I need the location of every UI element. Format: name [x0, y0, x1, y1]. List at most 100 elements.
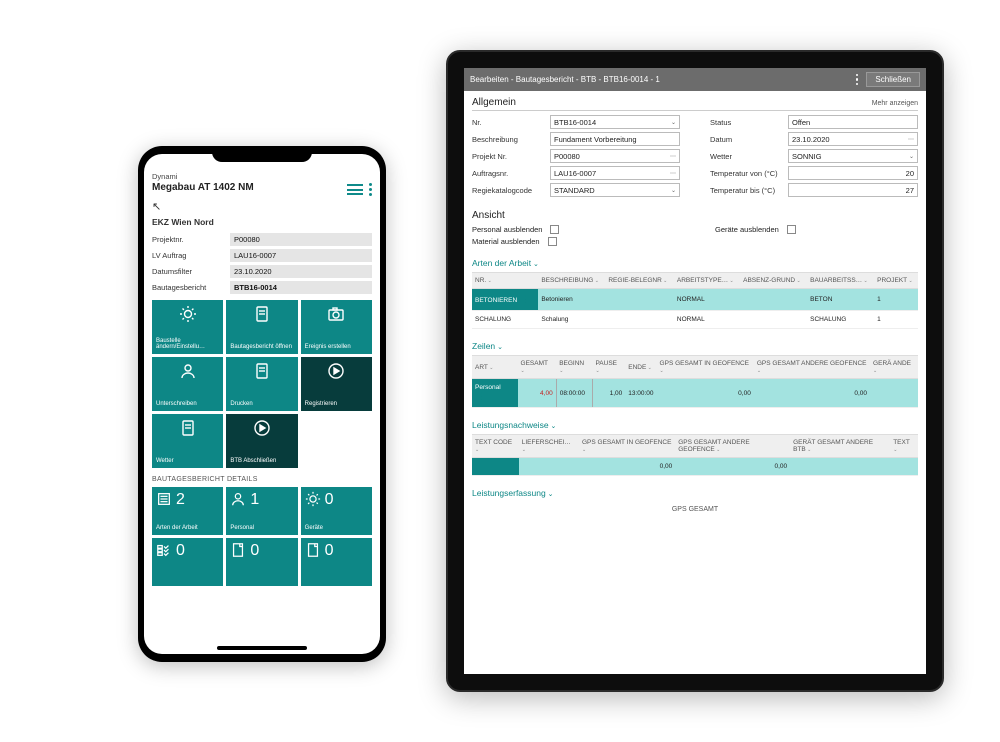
geraete-checkbox[interactable]: [787, 225, 796, 234]
projektnr-label: Projekt Nr.: [472, 152, 550, 161]
column-header[interactable]: ART: [472, 356, 518, 379]
table-row[interactable]: Personal ⋮ 4,00 08:00:00 1,00 13:00:00 0…: [472, 379, 918, 408]
tablet-screen: Bearbeiten - Bautagesbericht - BTB - BTB…: [464, 68, 926, 674]
column-header[interactable]: ARBEITSTYPE…: [674, 273, 740, 289]
auftragsnr-input[interactable]: LAU16-0007⋯: [550, 166, 680, 180]
detail-tile[interactable]: 0: [301, 538, 372, 586]
table-row[interactable]: BETONIEREN ⋮BetonierenNORMALBETON1: [472, 289, 918, 311]
tablet-more-icon[interactable]: [856, 74, 859, 86]
nr-input[interactable]: BTB16-0014⌄: [550, 115, 680, 129]
play-icon: [305, 361, 368, 381]
column-header[interactable]: GERÄT GESAMT ANDERE BTB: [790, 435, 890, 458]
column-header[interactable]: GERÄ ANDE: [870, 356, 918, 379]
tile-label: Personal: [230, 525, 293, 531]
column-header[interactable]: PAUSE: [592, 356, 625, 379]
lvauftrag-label: LV Auftrag: [152, 251, 230, 260]
btb-value[interactable]: BTB16-0014: [230, 281, 372, 294]
status-input[interactable]: Offen: [788, 115, 918, 129]
tablet-header: Bearbeiten - Bautagesbericht - BTB - BTB…: [464, 68, 926, 91]
table-row[interactable]: 0,00 0,00: [472, 458, 918, 476]
tile-ereignis-erstellen[interactable]: Ereignis erstellen: [301, 300, 372, 354]
section-arten[interactable]: Arten der Arbeit: [472, 258, 918, 268]
geraete-check-label: Geräte ausblenden: [715, 225, 779, 234]
auftragsnr-label: Auftragsnr.: [472, 169, 550, 178]
tempbis-label: Temperatur bis (°C): [710, 186, 788, 195]
column-header[interactable]: GPS GESAMT IN GEOFENCE: [657, 356, 754, 379]
gear-icon: [305, 491, 321, 509]
material-checkbox[interactable]: [548, 237, 557, 246]
column-header[interactable]: BEGINN: [556, 356, 592, 379]
nr-label: Nr.: [472, 118, 550, 127]
detail-tile[interactable]: 0: [152, 538, 223, 586]
detail-tile[interactable]: 1Personal: [226, 487, 297, 535]
detail-tile[interactable]: 2Arten der Arbeit: [152, 487, 223, 535]
tile-wetter[interactable]: Wetter: [152, 414, 223, 468]
list-icon: [156, 491, 172, 509]
personal-checkbox[interactable]: [550, 225, 559, 234]
column-header[interactable]: GPS GESAMT ANDERE GEOFENCE: [675, 435, 790, 458]
column-header[interactable]: TEXT CODE: [472, 435, 519, 458]
cursor-icon: ↖: [152, 200, 372, 213]
section-ansicht: Ansicht: [472, 210, 918, 221]
regiekatalog-label: Regiekatalogcode: [472, 186, 550, 195]
column-header[interactable]: REGIE-BELEGNR: [605, 273, 674, 289]
phone-screen: Dynami Megabau AT 1402 NM ↖ EKZ Wien Nor…: [144, 154, 380, 654]
tile-label: Baustelle ändern/Einstellu…: [156, 338, 219, 350]
tile-label: Unterschreiben: [156, 401, 219, 407]
beschreibung-input[interactable]: Fundament Vorbereitung: [550, 132, 680, 146]
datumsfilter-value[interactable]: 23.10.2020: [230, 265, 372, 278]
section-leistungserfassung[interactable]: Leistungserfassung: [472, 488, 918, 498]
projektnr-value[interactable]: P00080: [230, 233, 372, 246]
section-leistungsnachweise[interactable]: Leistungsnachweise: [472, 420, 918, 430]
doc-icon: [156, 418, 219, 438]
column-header[interactable]: GESAMT: [518, 356, 557, 379]
tile-btb-abschlie-en[interactable]: BTB Abschließen: [226, 414, 297, 468]
wetter-input[interactable]: SONNIG⌄: [788, 149, 918, 163]
tile-unterschreiben[interactable]: Unterschreiben: [152, 357, 223, 411]
column-header[interactable]: NR.: [472, 273, 538, 289]
tile-registrieren[interactable]: Registrieren: [301, 357, 372, 411]
row-menu-icon[interactable]: ⋮: [475, 391, 488, 401]
more-icon[interactable]: [369, 183, 372, 196]
show-more-link[interactable]: Mehr anzeigen: [872, 100, 918, 107]
phone-app-header: Dynami: [152, 172, 372, 181]
column-header[interactable]: TEXT: [890, 435, 918, 458]
tile-bautagesbericht-ffne[interactable]: Bautagesbericht öffnen: [226, 300, 297, 354]
projektnr-input[interactable]: P00080⋯: [550, 149, 680, 163]
column-header[interactable]: BAUARBEITSS…: [807, 273, 874, 289]
table-row[interactable]: SCHALUNGSchalungNORMALSCHALUNG1: [472, 311, 918, 329]
person-icon: [156, 361, 219, 381]
column-header[interactable]: ABSENZ-GRUND: [740, 273, 807, 289]
detail-tile[interactable]: 0: [226, 538, 297, 586]
tempbis-input[interactable]: 27: [788, 183, 918, 197]
column-header[interactable]: GPS GESAMT IN GEOFENCE: [579, 435, 675, 458]
column-header[interactable]: ENDE: [625, 356, 656, 379]
datum-input[interactable]: 23.10.2020⋯: [788, 132, 918, 146]
close-button[interactable]: Schließen: [866, 72, 920, 87]
tempvon-input[interactable]: 20: [788, 166, 918, 180]
datumsfilter-label: Datumsfilter: [152, 267, 230, 276]
tile-baustelle-ndern-eins[interactable]: Baustelle ändern/Einstellu…: [152, 300, 223, 354]
lvauftrag-value[interactable]: LAU16-0007: [230, 249, 372, 262]
doc-icon: [230, 304, 293, 324]
zeilen-table: ARTGESAMTBEGINNPAUSEENDEGPS GESAMT IN GE…: [472, 355, 918, 408]
row-menu-icon[interactable]: ⋮: [519, 294, 532, 304]
tile-label: Bautagesbericht öffnen: [230, 344, 293, 350]
status-label: Status: [710, 118, 788, 127]
doc-icon: [230, 361, 293, 381]
hamburger-icon[interactable]: [347, 184, 363, 195]
tile-drucken[interactable]: Drucken: [226, 357, 297, 411]
column-header[interactable]: BESCHREIBUNG: [538, 273, 605, 289]
phone-home-indicator: [217, 646, 307, 650]
tile-label: BTB Abschließen: [230, 458, 293, 464]
section-allgemein: Allgemein: [472, 97, 516, 108]
regiekatalog-input[interactable]: STANDARD⌄: [550, 183, 680, 197]
tile-label: Drucken: [230, 401, 293, 407]
column-header[interactable]: LIEFERSCHEI…: [519, 435, 579, 458]
column-header[interactable]: PROJEKT: [874, 273, 918, 289]
detail-tile[interactable]: 0Geräte: [301, 487, 372, 535]
section-zeilen[interactable]: Zeilen: [472, 341, 918, 351]
personal-check-label: Personal ausblenden: [472, 225, 542, 234]
ln-table: TEXT CODELIEFERSCHEI…GPS GESAMT IN GEOFE…: [472, 434, 918, 476]
column-header[interactable]: GPS GESAMT ANDERE GEOFENCE: [754, 356, 870, 379]
